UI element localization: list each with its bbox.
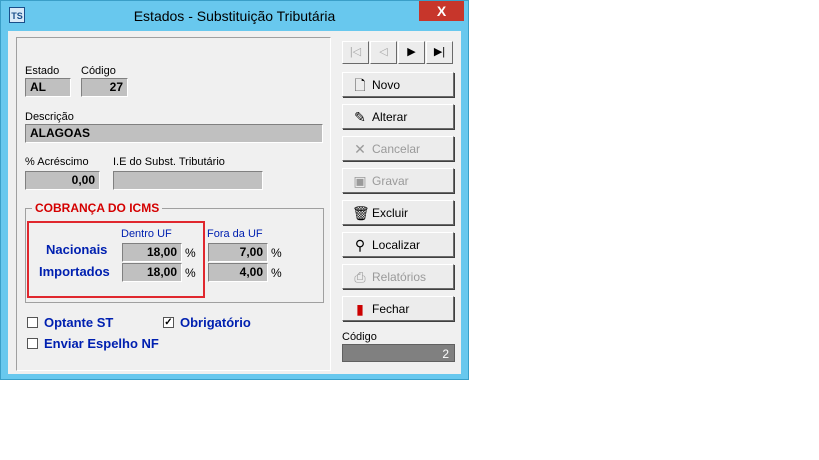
ie-field[interactable] [113,171,263,190]
descricao-field[interactable]: ALAGOAS [25,124,323,143]
search-icon: ⚲ [354,237,366,253]
novo-label: Novo [372,78,401,92]
title-bar[interactable]: TS Estados - Substituição Tributária X [1,1,468,31]
window-title: Estados - Substituição Tributária [133,8,336,24]
localizar-label: Localizar [372,238,421,252]
codigo-label: Código [81,65,116,77]
edit-icon: ✎ [354,109,366,125]
enviar-espelho-label[interactable]: Enviar Espelho NF [44,336,159,351]
obrigatorio-label[interactable]: Obrigatório [180,315,251,330]
obrigatorio-checkbox[interactable]: ✓ [163,317,174,328]
novo-button[interactable]: 🗋 Novo [342,72,454,97]
importados-label: Importados [39,264,110,279]
importados-dentro-pct: % [185,266,196,280]
window: TS Estados - Substituição Tributária X E… [0,0,469,380]
excluir-button[interactable]: 🗑 Excluir [342,200,454,225]
fechar-label: Fechar [372,302,410,316]
codigo-side-label: Código [342,331,377,343]
nacionais-dentro-pct: % [185,246,196,260]
nacionais-fora-field[interactable]: 7,00 [208,243,268,262]
relatorios-button[interactable]: ⎙ Relatórios [342,264,454,289]
dentro-uf-label: Dentro UF [121,228,172,240]
cancelar-button[interactable]: ✕ Cancelar [342,136,454,161]
nacionais-fora-pct: % [271,246,282,260]
localizar-button[interactable]: ⚲ Localizar [342,232,454,257]
cancel-icon: ✕ [354,141,366,157]
importados-dentro-field[interactable]: 18,00 [122,263,182,282]
exit-door-icon: ▮ [356,301,364,317]
ie-label: I.E do Subst. Tributário [113,156,225,168]
save-icon: ▣ [353,173,367,189]
optante-st-label[interactable]: Optante ST [44,315,113,330]
fora-uf-label: Fora da UF [207,228,263,240]
estado-field[interactable]: AL [25,78,71,97]
nacionais-dentro-field[interactable]: 18,00 [122,243,182,262]
cobranca-title: COBRANÇA DO ICMS [32,201,163,215]
close-button[interactable]: X [419,1,464,21]
nacionais-label: Nacionais [46,242,108,257]
estado-label: Estado [25,65,60,77]
cancelar-label: Cancelar [372,142,421,156]
enviar-espelho-checkbox[interactable] [27,338,38,349]
acrescimo-field[interactable]: 0,00 [25,171,100,190]
alterar-label: Alterar [372,110,408,124]
excluir-label: Excluir [372,206,409,220]
importados-fora-pct: % [271,266,282,280]
relatorios-label: Relatórios [372,270,427,284]
prev-record-button[interactable]: ◁ [370,41,397,64]
client-area: Estado AL Código 27 Descrição ALAGOAS % … [8,31,461,374]
printer-icon: ⎙ [354,269,366,285]
trash-icon: 🗑 [352,205,370,221]
codigo-side-field: 2 [342,344,455,362]
next-record-button[interactable]: ▶ [398,41,425,64]
new-document-icon: 🗋 [354,77,366,93]
codigo-field[interactable]: 27 [81,78,128,97]
gravar-button[interactable]: ▣ Gravar [342,168,454,193]
last-record-button[interactable]: ▶| [426,41,453,64]
descricao-label: Descrição [25,111,74,123]
alterar-button[interactable]: ✎ Alterar [342,104,454,129]
fechar-button[interactable]: ▮ Fechar [342,296,454,321]
first-record-button[interactable]: |◁ [342,41,369,64]
optante-st-checkbox[interactable] [27,317,38,328]
importados-fora-field[interactable]: 4,00 [208,263,268,282]
acrescimo-label: % Acréscimo [25,156,89,168]
gravar-label: Gravar [372,174,409,188]
